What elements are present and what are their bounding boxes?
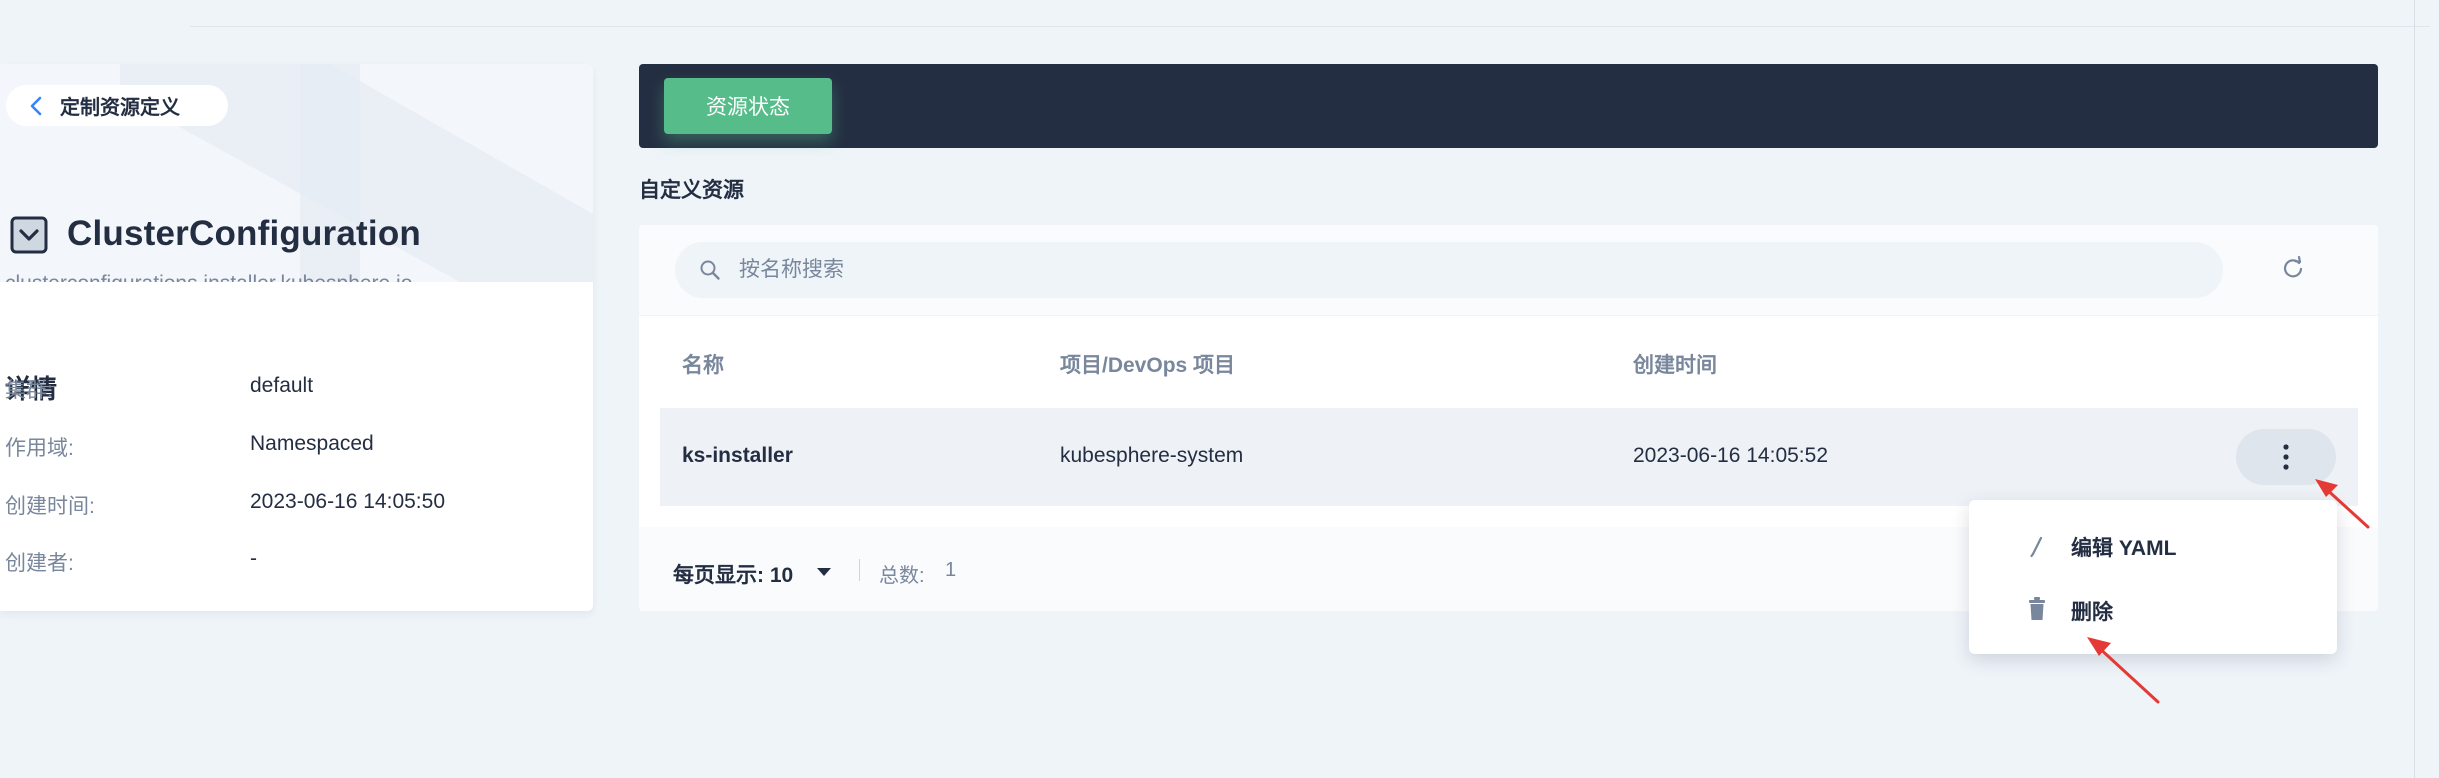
table-row[interactable]: ks-installer kubesphere-system 2023-06-1… <box>660 408 2358 506</box>
back-button[interactable]: 定制资源定义 <box>6 85 228 126</box>
tab-banner: 资源状态 <box>639 64 2378 148</box>
resource-detail-card: 定制资源定义 ClusterConfiguration clusterconfi… <box>0 64 593 611</box>
menu-item-label: 编辑 YAML <box>2071 537 2177 560</box>
page-size-select[interactable]: 每页显示: 10 <box>673 559 793 589</box>
column-header-project[interactable]: 项目/DevOps 项目 <box>1060 349 1235 379</box>
scrollbar-track[interactable] <box>2414 0 2415 778</box>
detail-row-creator: 创建者: - <box>5 547 565 577</box>
search-input[interactable] <box>739 242 2199 298</box>
footer-divider <box>859 559 860 581</box>
page: 定制资源定义 ClusterConfiguration clusterconfi… <box>0 0 2439 778</box>
page-size-label: 每页显示: <box>673 564 764 587</box>
page-size-value: 10 <box>769 564 794 587</box>
detail-key: 集群: <box>5 379 53 402</box>
pencil-icon <box>2030 536 2043 558</box>
more-vertical-icon <box>2283 444 2289 470</box>
detail-key: 创建时间: <box>5 495 95 518</box>
chevron-left-icon <box>30 96 42 115</box>
total-count: 1 <box>945 559 957 581</box>
search-icon <box>700 260 720 280</box>
refresh-icon[interactable] <box>2276 251 2310 285</box>
list-toolbar <box>639 225 2378 316</box>
trash-icon <box>2029 597 2045 620</box>
row-actions-menu: 编辑 YAML 删除 <box>1969 500 2337 654</box>
column-header-created[interactable]: 创建时间 <box>1633 349 1717 379</box>
detail-value: default <box>250 374 314 397</box>
detail-row-scope: 作用域: Namespaced <box>5 432 565 462</box>
tab-resource-status[interactable]: 资源状态 <box>664 78 832 134</box>
detail-key: 创建者: <box>5 552 74 575</box>
crd-icon <box>10 216 48 254</box>
resource-header: 定制资源定义 ClusterConfiguration clusterconfi… <box>0 64 593 282</box>
top-divider <box>190 26 2430 27</box>
detail-key: 作用域: <box>5 437 74 460</box>
detail-value: 2023-06-16 14:05:50 <box>250 490 445 513</box>
search-bar[interactable] <box>675 242 2223 298</box>
row-created: 2023-06-16 14:05:52 <box>1633 444 1828 467</box>
menu-item-edit-yaml[interactable]: 编辑 YAML <box>1969 516 2337 574</box>
detail-value: Namespaced <box>250 432 374 455</box>
column-header-name[interactable]: 名称 <box>682 349 724 379</box>
back-button-label: 定制资源定义 <box>60 97 180 119</box>
detail-value: - <box>250 547 257 570</box>
section-title: 自定义资源 <box>639 179 744 202</box>
total-label: 总数: <box>879 565 925 587</box>
row-project: kubesphere-system <box>1060 444 1244 467</box>
resource-subtitle: clusterconfigurations.installer.kubesphe… <box>5 272 412 282</box>
caret-down-icon[interactable] <box>816 567 832 577</box>
detail-row-created: 创建时间: 2023-06-16 14:05:50 <box>5 490 565 520</box>
more-actions-button[interactable] <box>2236 429 2336 485</box>
resource-title: ClusterConfiguration <box>67 214 421 253</box>
detail-row-cluster: 集群: default <box>5 374 565 404</box>
row-name-link[interactable]: ks-installer <box>682 444 793 468</box>
menu-item-delete[interactable]: 删除 <box>1969 580 2337 638</box>
menu-item-label: 删除 <box>2071 601 2113 624</box>
